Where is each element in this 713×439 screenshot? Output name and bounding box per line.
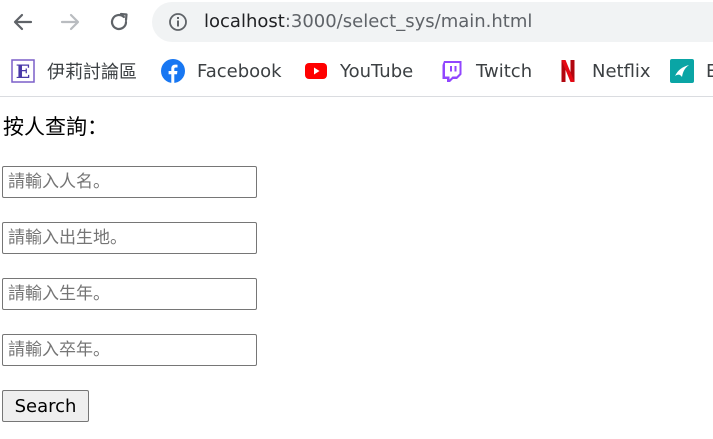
bookmark-label: 伊莉討論區	[47, 62, 137, 83]
url-path: :3000/select_sys/main.html	[284, 11, 533, 32]
bookmark-label: YouTube	[340, 60, 414, 82]
browser-toolbar: localhost:3000/select_sys/main.html	[0, 0, 713, 46]
back-button[interactable]	[8, 7, 38, 37]
netflix-icon	[556, 59, 580, 83]
svg-text:E: E	[16, 61, 30, 83]
forward-arrow-icon	[60, 13, 80, 31]
address-bar[interactable]: localhost:3000/select_sys/main.html	[152, 2, 713, 42]
eyny-icon: E	[11, 59, 35, 83]
bookmark-twitch[interactable]: Twitch	[440, 57, 532, 85]
youtube-icon	[304, 59, 328, 83]
birthplace-input[interactable]	[2, 222, 257, 254]
bookmark-teal-site[interactable]: E	[670, 57, 713, 85]
bookmark-label: E	[706, 61, 713, 82]
back-arrow-icon	[13, 13, 33, 31]
twitch-icon	[440, 59, 464, 83]
bookmarks-bar: E 伊莉討論區 Facebook YouTube Twitch Netflix	[0, 46, 713, 97]
page-title: 按人查詢：	[3, 115, 108, 139]
death-year-input[interactable]	[2, 334, 257, 366]
bookmark-facebook[interactable]: Facebook	[161, 57, 282, 85]
bookmark-youtube[interactable]: YouTube	[304, 57, 413, 85]
bookmark-label: Netflix	[592, 60, 651, 82]
url-host: localhost	[204, 11, 285, 32]
forward-button[interactable]	[55, 7, 85, 37]
bookmark-label: Twitch	[476, 60, 533, 82]
page-content: 按人查詢： Search	[0, 97, 713, 439]
reload-button[interactable]	[104, 7, 134, 37]
facebook-icon	[161, 59, 185, 83]
bookmark-eyny[interactable]: E 伊莉討論區	[11, 57, 137, 85]
reload-icon	[110, 12, 128, 31]
bookmark-netflix[interactable]: Netflix	[556, 57, 651, 85]
birth-year-input[interactable]	[2, 278, 257, 310]
teal-bookmark-icon	[670, 59, 694, 83]
url-text[interactable]: localhost:3000/select_sys/main.html	[204, 11, 532, 33]
site-info-icon[interactable]	[168, 12, 188, 32]
bookmark-label: Facebook	[197, 60, 282, 82]
search-button[interactable]: Search	[2, 390, 89, 422]
name-input[interactable]	[2, 166, 257, 198]
